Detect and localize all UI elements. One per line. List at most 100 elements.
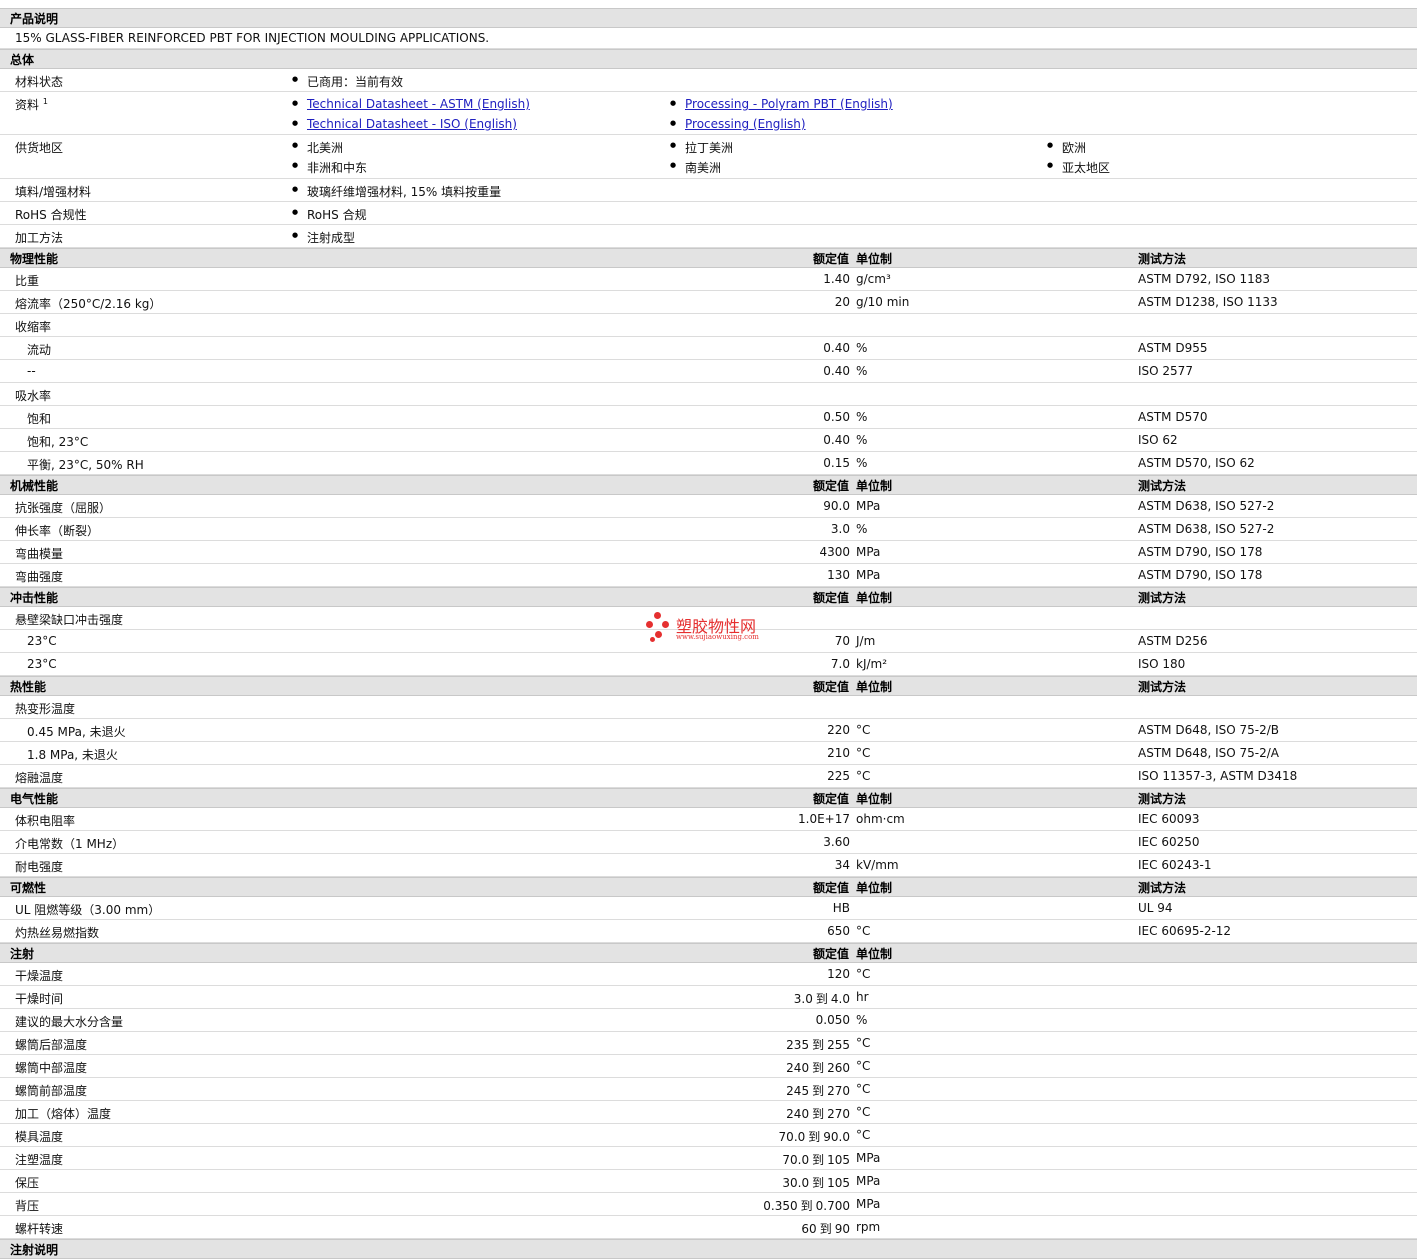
property-unit: %: [856, 410, 868, 424]
test-method: ISO 180: [1138, 657, 1186, 671]
property-value: 7.0: [830, 657, 850, 671]
property-row: 饱和, 23°C 0.40% ISO 62: [0, 429, 1417, 452]
filler-value: 玻璃纤维增强材料, 15% 填料按重量: [292, 183, 501, 200]
header-value: 额定值: [812, 252, 849, 266]
property-unit: rpm: [856, 1220, 881, 1234]
property-unit: g/10 min: [856, 295, 910, 309]
property-unit: %: [856, 1013, 868, 1027]
row-label: 填料/增强材料: [15, 185, 92, 199]
property-value: 4300: [819, 545, 850, 559]
property-value: 0.050: [815, 1013, 850, 1027]
property-row: 建议的最大水分含量 0.050%: [0, 1009, 1417, 1032]
property-row: 螺杆转速 60 到 90 rpm: [0, 1216, 1417, 1239]
property-label: 注塑温度: [15, 1153, 64, 1167]
property-label: 熔流率（250°C/2.16 kg）: [15, 297, 162, 311]
property-row: 灼热丝易燃指数 650 °C IEC 60695-2-12: [0, 920, 1417, 943]
property-label: 热变形温度: [15, 702, 76, 716]
property-unit: kV/mm: [856, 858, 899, 872]
property-value: 0.40: [823, 433, 850, 447]
section-title: 注射: [10, 947, 35, 961]
general-row-process: 加工方法 注射成型: [0, 225, 1417, 248]
test-method: ASTM D792, ISO 1183: [1138, 272, 1271, 286]
header-method: 测试方法: [1138, 591, 1187, 605]
test-method: ISO 2577: [1138, 364, 1193, 378]
header-unit: 单位制: [856, 252, 893, 266]
section-header-physical: 物理性能 额定值 单位制 测试方法: [0, 248, 1417, 268]
region-item: 欧洲: [1047, 139, 1086, 156]
header-method: 测试方法: [1138, 792, 1187, 806]
test-method: ASTM D790, ISO 178: [1138, 545, 1263, 559]
property-value-range: 30.0 到 105: [782, 1174, 850, 1191]
property-unit: kJ/m²: [856, 657, 888, 671]
region-item: 南美洲: [670, 159, 721, 176]
general-row-rohs: RoHS 合规性 RoHS 合规: [0, 202, 1417, 225]
property-label: 流动: [27, 343, 52, 357]
section-title: 产品说明: [10, 12, 59, 26]
property-label: 比重: [15, 274, 40, 288]
range-to: 到: [812, 1176, 825, 1190]
doc-link-processing[interactable]: Processing (English): [670, 117, 806, 131]
property-unit: °C: [856, 723, 871, 737]
header-value: 额定值: [812, 947, 849, 961]
property-unit: MPa: [856, 499, 881, 513]
section-title: 可燃性: [10, 881, 47, 895]
property-label: 加工（熔体）温度: [15, 1107, 112, 1121]
property-row: 螺筒前部温度 245 到 270 °C: [0, 1078, 1417, 1101]
property-value-range: 0.350 到 0.700: [763, 1197, 850, 1214]
rohs-value: RoHS 合规: [292, 206, 367, 223]
property-label: 建议的最大水分含量: [15, 1015, 124, 1029]
property-value: 120: [827, 967, 850, 981]
property-label: 饱和, 23°C: [27, 435, 89, 449]
header-unit: 单位制: [856, 881, 893, 895]
property-label: 抗张强度（屈服）: [15, 501, 112, 515]
range-high: 260: [827, 1061, 850, 1075]
property-row: 熔融温度 225 °C ISO 11357-3, ASTM D3418: [0, 765, 1417, 788]
test-method: ASTM D648, ISO 75-2/A: [1138, 746, 1279, 760]
test-method: ASTM D570: [1138, 410, 1208, 424]
property-label: 吸水率: [15, 389, 52, 403]
header-method: 测试方法: [1138, 680, 1187, 694]
property-row: 比重 1.40 g/cm³ ASTM D792, ISO 1183: [0, 268, 1417, 291]
property-row: 加工（熔体）温度 240 到 270 °C: [0, 1101, 1417, 1124]
property-unit: MPa: [856, 1151, 881, 1165]
property-label: 体积电阻率: [15, 814, 76, 828]
property-label: 0.45 MPa, 未退火: [27, 725, 126, 739]
range-high: 105: [827, 1176, 850, 1190]
general-row-filler: 填料/增强材料 玻璃纤维增强材料, 15% 填料按重量: [0, 179, 1417, 202]
range-high: 90.0: [823, 1130, 850, 1144]
property-value: 3.0: [830, 522, 850, 536]
test-method: IEC 60243-1: [1138, 858, 1212, 872]
property-unit: g/cm³: [856, 272, 891, 286]
property-label: 弯曲模量: [15, 547, 64, 561]
test-method: ISO 62: [1138, 433, 1178, 447]
doc-link-tds-iso[interactable]: Technical Datasheet - ISO (English): [292, 117, 517, 131]
doc-link-tds-astm[interactable]: Technical Datasheet - ASTM (English): [292, 97, 530, 111]
range-to: 到: [815, 992, 828, 1006]
header-value: 额定值: [812, 680, 849, 694]
property-row: UL 阻燃等级（3.00 mm） HB UL 94: [0, 897, 1417, 920]
header-value: 额定值: [812, 479, 849, 493]
header-value: 额定值: [812, 792, 849, 806]
watermark-url: www.sujiaowuxing.com: [676, 633, 759, 641]
property-row: 平衡, 23°C, 50% RH 0.15% ASTM D570, ISO 62: [0, 452, 1417, 475]
header-unit: 单位制: [856, 947, 893, 961]
header-unit: 单位制: [856, 680, 893, 694]
doc-link-processing-polyram[interactable]: Processing - Polyram PBT (English): [670, 97, 893, 111]
range-low: 245: [786, 1084, 810, 1098]
section-header-injection-notes: 注射说明: [0, 1239, 1417, 1259]
test-method: ASTM D256: [1138, 634, 1208, 648]
property-value: 1.0E+17: [798, 812, 850, 826]
property-value-range: 235 到 255: [786, 1036, 850, 1053]
property-unit: %: [856, 341, 868, 355]
property-label: 背压: [15, 1199, 40, 1213]
logo-dot: [655, 631, 662, 638]
watermark-logo: 塑胶物性网 www.sujiaowuxing.com: [646, 612, 786, 646]
status-value: 已商用：当前有效: [292, 73, 403, 90]
property-label: 平衡, 23°C, 50% RH: [27, 458, 144, 472]
property-row: 弯曲强度 130 MPa ASTM D790, ISO 178: [0, 564, 1417, 587]
range-to: 到: [812, 1061, 825, 1075]
section-title: 注射说明: [10, 1243, 59, 1257]
property-row: 体积电阻率 1.0E+17 ohm·cm IEC 60093: [0, 808, 1417, 831]
property-label: 耐电强度: [15, 860, 64, 874]
property-row: 保压 30.0 到 105 MPa: [0, 1170, 1417, 1193]
